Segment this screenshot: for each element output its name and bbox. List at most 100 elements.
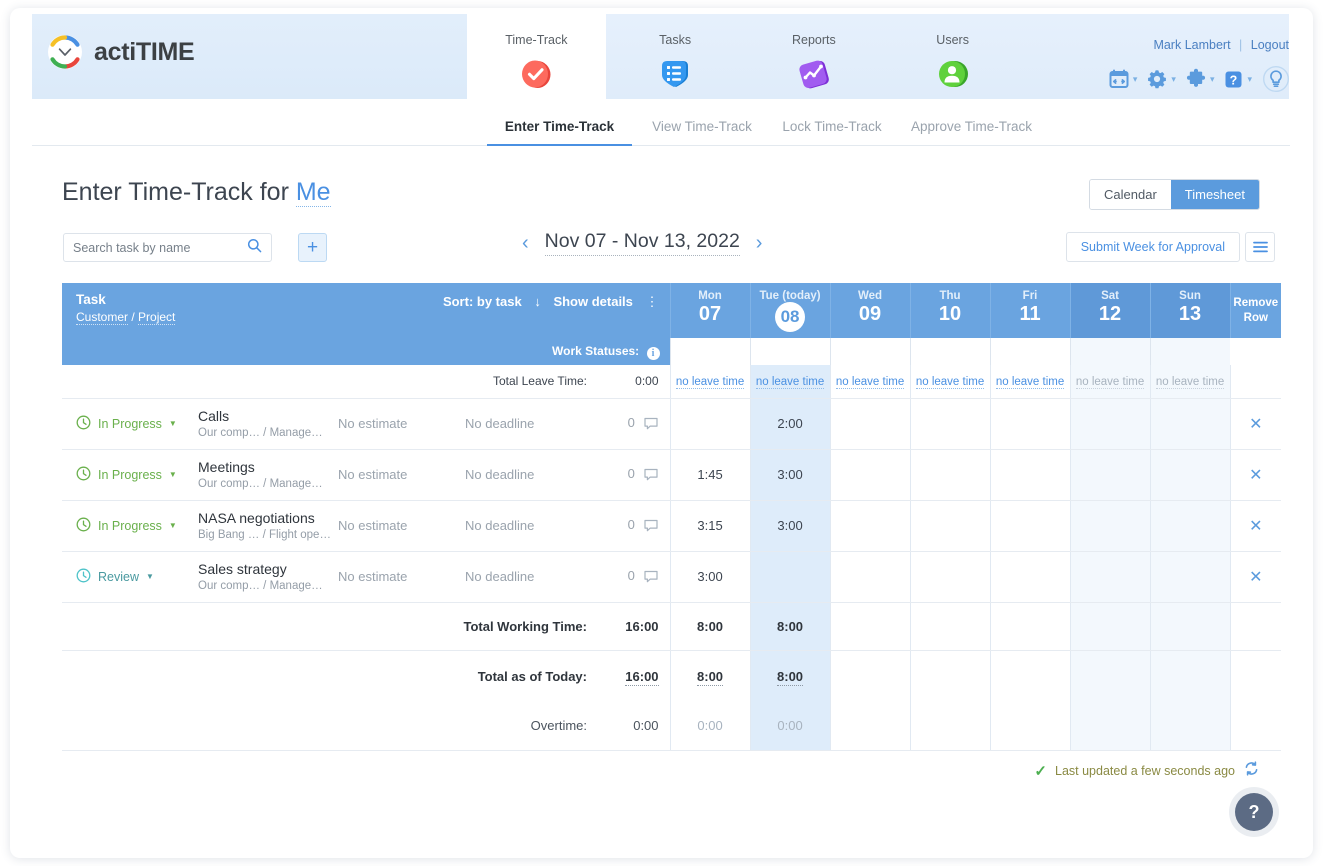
time-cell-sat[interactable]: [1070, 500, 1150, 551]
row-estimate[interactable]: No estimate: [338, 551, 465, 602]
sort-control[interactable]: Sort: by task: [443, 294, 522, 309]
help-fab-button[interactable]: ?: [1235, 793, 1273, 831]
header-day-thu[interactable]: Thu 10: [910, 283, 990, 338]
time-cell-wed[interactable]: [830, 449, 910, 500]
time-cell-thu[interactable]: [910, 449, 990, 500]
row-task-cell[interactable]: Calls Our comp… / Manage…: [198, 398, 338, 449]
comment-icon[interactable]: [644, 571, 658, 586]
time-cell-wed[interactable]: [830, 398, 910, 449]
status-selector[interactable]: In Progress ▼: [76, 517, 198, 535]
sort-direction-icon[interactable]: ↓: [534, 294, 541, 309]
time-cell-mon[interactable]: 3:15: [670, 500, 750, 551]
status-caret-icon[interactable]: ▼: [169, 521, 177, 530]
leave-cell-fri[interactable]: no leave time: [990, 365, 1070, 398]
view-mode-calendar[interactable]: Calendar: [1090, 180, 1171, 209]
header-day-sun[interactable]: Sun 13: [1150, 283, 1230, 338]
row-deadline[interactable]: No deadline: [465, 500, 597, 551]
hamburger-icon[interactable]: [1245, 232, 1275, 262]
close-icon[interactable]: ✕: [1249, 416, 1262, 433]
row-task-cell[interactable]: NASA negotiations Big Bang … / Flight op…: [198, 500, 338, 551]
leave-cell-sun[interactable]: no leave time: [1150, 365, 1230, 398]
close-icon[interactable]: ✕: [1249, 569, 1262, 586]
total-today-mon-value[interactable]: 8:00: [697, 669, 723, 686]
kebab-icon[interactable]: ⋮: [646, 294, 660, 309]
header-day-sat[interactable]: Sat 12: [1070, 283, 1150, 338]
puzzle-icon[interactable]: [1185, 68, 1207, 90]
leave-link-wed[interactable]: no leave time: [836, 376, 904, 389]
help-square-icon[interactable]: ?: [1223, 69, 1244, 90]
time-cell-fri[interactable]: [990, 551, 1070, 602]
time-cell-fri[interactable]: [990, 449, 1070, 500]
time-cell-sat[interactable]: [1070, 398, 1150, 449]
puzzle-caret-icon[interactable]: ▾: [1210, 74, 1215, 85]
row-notes[interactable]: 0: [597, 398, 670, 449]
row-deadline[interactable]: No deadline: [465, 551, 597, 602]
tab-view-time-track[interactable]: View Time-Track: [632, 119, 772, 145]
leave-cell-thu[interactable]: no leave time: [910, 365, 990, 398]
header-day-wed[interactable]: Wed 09: [830, 283, 910, 338]
time-cell-sat[interactable]: [1070, 551, 1150, 602]
time-cell-sun[interactable]: [1150, 449, 1230, 500]
close-icon[interactable]: ✕: [1249, 518, 1262, 535]
leave-cell-wed[interactable]: no leave time: [830, 365, 910, 398]
header-day-mon[interactable]: Mon 07: [670, 283, 750, 338]
time-cell-wed[interactable]: [830, 500, 910, 551]
view-mode-timesheet[interactable]: Timesheet: [1171, 180, 1259, 209]
row-remove-cell[interactable]: ✕: [1230, 551, 1281, 602]
nav-item-users[interactable]: Users: [883, 14, 1022, 99]
leave-cell-sat[interactable]: no leave time: [1070, 365, 1150, 398]
nav-item-tasks[interactable]: Tasks: [606, 14, 745, 99]
time-cell-fri[interactable]: [990, 398, 1070, 449]
header-day-tue[interactable]: Tue (today) 08: [750, 283, 830, 338]
chevron-left-icon[interactable]: ‹: [522, 233, 529, 253]
time-cell-sun[interactable]: [1150, 551, 1230, 602]
time-cell-tue[interactable]: 2:00: [750, 398, 830, 449]
time-cell-thu[interactable]: [910, 398, 990, 449]
time-cell-mon[interactable]: 3:00: [670, 551, 750, 602]
nav-item-time-track[interactable]: Time-Track: [467, 14, 606, 99]
gear-icon[interactable]: [1146, 68, 1168, 90]
row-remove-cell[interactable]: ✕: [1230, 398, 1281, 449]
show-details-control[interactable]: Show details: [553, 294, 632, 309]
time-cell-wed[interactable]: [830, 551, 910, 602]
tab-approve-time-track[interactable]: Approve Time-Track: [894, 119, 1049, 145]
brand-logo[interactable]: actiTIME: [47, 34, 194, 70]
time-cell-sun[interactable]: [1150, 500, 1230, 551]
leave-link-thu[interactable]: no leave time: [916, 376, 984, 389]
row-estimate[interactable]: No estimate: [338, 500, 465, 551]
chevron-right-icon[interactable]: ›: [756, 233, 763, 253]
tab-lock-time-track[interactable]: Lock Time-Track: [762, 119, 902, 145]
leave-link-fri[interactable]: no leave time: [996, 376, 1064, 389]
calendar-caret-icon[interactable]: ▾: [1133, 74, 1138, 85]
comment-icon[interactable]: [644, 418, 658, 433]
header-project-link[interactable]: Project: [138, 310, 175, 325]
status-selector[interactable]: In Progress ▼: [76, 466, 198, 484]
row-task-cell[interactable]: Sales strategy Our comp… / Manage…: [198, 551, 338, 602]
row-estimate[interactable]: No estimate: [338, 449, 465, 500]
row-notes[interactable]: 0: [597, 449, 670, 500]
search-icon[interactable]: [247, 238, 262, 258]
info-icon[interactable]: i: [647, 347, 660, 360]
tab-enter-time-track[interactable]: Enter Time-Track: [487, 119, 632, 145]
leave-link-tue[interactable]: no leave time: [756, 376, 824, 389]
submit-week-button[interactable]: Submit Week for Approval: [1066, 232, 1240, 262]
time-cell-fri[interactable]: [990, 500, 1070, 551]
calendar-icon[interactable]: [1108, 68, 1130, 90]
time-cell-sun[interactable]: [1150, 398, 1230, 449]
row-notes[interactable]: 0: [597, 500, 670, 551]
comment-icon[interactable]: [644, 469, 658, 484]
leave-link-mon[interactable]: no leave time: [676, 376, 744, 389]
add-task-button[interactable]: +: [298, 233, 327, 262]
time-cell-tue[interactable]: 3:00: [750, 500, 830, 551]
refresh-icon[interactable]: [1243, 760, 1260, 782]
time-cell-thu[interactable]: [910, 551, 990, 602]
status-selector[interactable]: In Progress ▼: [76, 415, 198, 433]
time-cell-tue[interactable]: [750, 551, 830, 602]
row-remove-cell[interactable]: ✕: [1230, 449, 1281, 500]
total-today-tue-value[interactable]: 8:00: [777, 669, 803, 686]
row-task-cell[interactable]: Meetings Our comp… / Manage…: [198, 449, 338, 500]
time-cell-mon[interactable]: 1:45: [670, 449, 750, 500]
header-day-fri[interactable]: Fri 11: [990, 283, 1070, 338]
page-title-target-link[interactable]: Me: [296, 178, 331, 207]
comment-icon[interactable]: [644, 520, 658, 535]
